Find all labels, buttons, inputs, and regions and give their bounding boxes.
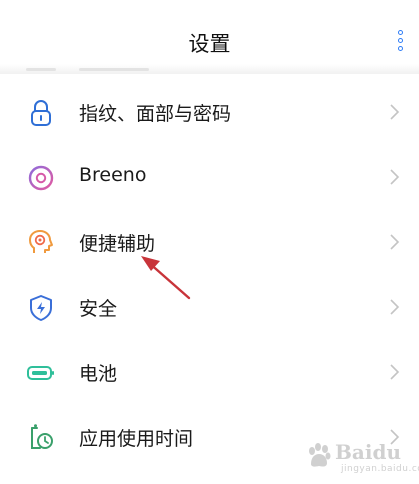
chevron-right-icon — [390, 234, 400, 250]
chevron-right-icon — [390, 104, 400, 120]
app-timer-icon — [31, 424, 53, 449]
settings-item-convenience[interactable]: 便捷辅助 — [0, 210, 419, 274]
settings-item-security[interactable]: 安全 — [0, 275, 419, 339]
chevron-right-icon — [390, 299, 400, 315]
settings-item-label: 便捷辅助 — [79, 233, 156, 255]
watermark-text: Baidu — [335, 440, 401, 464]
battery-icon — [27, 366, 54, 380]
chevron-right-icon — [390, 169, 400, 185]
breeno-icon — [28, 165, 54, 191]
baidu-paw-icon — [309, 443, 331, 467]
page-title: 设置 — [188, 32, 231, 56]
watermark-subtext: jingyan.baidu.com — [341, 464, 419, 474]
baidu-watermark: Baidu jingyan.baidu.com — [301, 438, 419, 476]
settings-item-fingerprint[interactable]: 指纹、面部与密码 — [0, 80, 419, 144]
chevron-right-icon — [390, 364, 400, 380]
lock-icon — [31, 100, 51, 126]
scrolled-item-remnant — [0, 64, 419, 74]
assistant-head-icon — [29, 230, 53, 253]
settings-item-label: 安全 — [79, 298, 118, 320]
settings-item-battery[interactable]: 电池 — [0, 340, 419, 404]
settings-item-label: 指纹、面部与密码 — [79, 103, 232, 125]
more-vertical-icon[interactable] — [397, 30, 405, 52]
shield-icon — [30, 295, 52, 321]
settings-item-label: 应用使用时间 — [79, 428, 194, 450]
settings-item-breeno[interactable]: Breeno — [0, 145, 419, 209]
settings-item-label: 电池 — [79, 363, 118, 385]
header-bar: 设置 — [0, 0, 419, 80]
settings-item-label: Breeno — [79, 164, 147, 186]
